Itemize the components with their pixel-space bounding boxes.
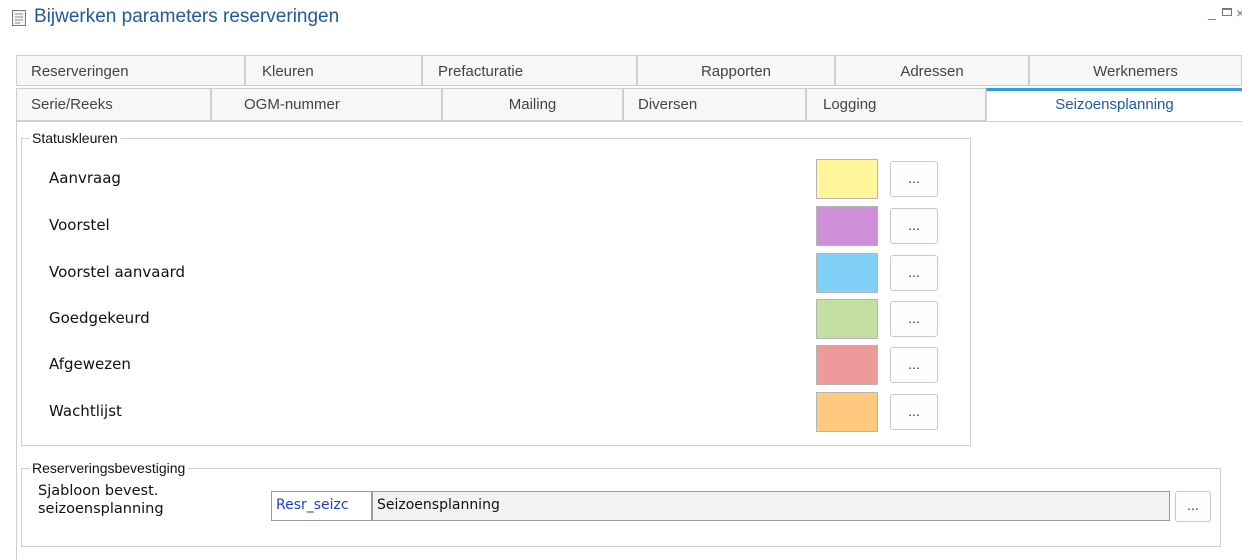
status-label: Wachtlijst bbox=[49, 402, 122, 420]
tab-row-top: Reserveringen Kleuren Prefacturatie Rapp… bbox=[16, 55, 1242, 86]
color-swatch bbox=[816, 345, 878, 385]
tab-mailing[interactable]: Mailing bbox=[442, 88, 623, 121]
pick-color-button[interactable]: ... bbox=[890, 394, 938, 430]
status-row-voorstel: Voorstel ... bbox=[22, 206, 970, 246]
status-row-afgewezen: Afgewezen ... bbox=[22, 345, 970, 385]
color-swatch bbox=[816, 206, 878, 246]
pick-color-button[interactable]: ... bbox=[890, 161, 938, 197]
sjabloon-label: Sjabloon bevest. seizoensplanning bbox=[38, 482, 268, 518]
statuskleuren-legend: Statuskleuren bbox=[30, 130, 121, 146]
pick-color-button[interactable]: ... bbox=[890, 208, 938, 244]
status-row-voorstel-aanvaard: Voorstel aanvaard ... bbox=[22, 253, 970, 293]
tab-prefacturatie[interactable]: Prefacturatie bbox=[422, 55, 637, 85]
tab-kleuren[interactable]: Kleuren bbox=[245, 55, 422, 85]
tab-seizoensplanning[interactable]: Seizoensplanning bbox=[986, 88, 1242, 121]
status-label: Voorstel bbox=[49, 216, 110, 234]
tab-serie-reeks[interactable]: Serie/Reeks bbox=[16, 88, 211, 121]
tab-logging[interactable]: Logging bbox=[806, 88, 986, 121]
pick-color-button[interactable]: ... bbox=[890, 255, 938, 291]
pick-color-button[interactable]: ... bbox=[890, 347, 938, 383]
close-button[interactable]: × bbox=[1236, 5, 1242, 21]
status-row-wachtlijst: Wachtlijst ... bbox=[22, 392, 970, 432]
pick-color-button[interactable]: ... bbox=[890, 301, 938, 337]
tab-ogm-nummer[interactable]: OGM-nummer bbox=[211, 88, 442, 121]
tab-rapporten[interactable]: Rapporten bbox=[637, 55, 835, 85]
template-code-field[interactable]: Resr_seizc bbox=[271, 491, 372, 521]
tab-content-panel: Statuskleuren Aanvraag ... Voorstel ... … bbox=[16, 121, 1242, 560]
status-row-goedgekeurd: Goedgekeurd ... bbox=[22, 299, 970, 339]
tab-werknemers[interactable]: Werknemers bbox=[1029, 55, 1242, 85]
title-bar: Bijwerken parameters reserveringen _ × bbox=[0, 0, 1242, 36]
status-row-aanvraag: Aanvraag ... bbox=[22, 159, 970, 199]
window-title: Bijwerken parameters reserveringen bbox=[34, 6, 340, 27]
tab-reserveringen[interactable]: Reserveringen bbox=[16, 55, 245, 85]
status-label: Aanvraag bbox=[49, 169, 121, 187]
minimize-button[interactable]: _ bbox=[1208, 4, 1216, 20]
sjabloon-label-line2: seizoensplanning bbox=[38, 501, 164, 517]
reserveringsbevestiging-group: Reserveringsbevestiging Sjabloon bevest.… bbox=[21, 460, 1221, 547]
reserveringsbevestiging-legend: Reserveringsbevestiging bbox=[30, 460, 189, 476]
status-label: Afgewezen bbox=[49, 355, 131, 373]
maximize-button[interactable] bbox=[1222, 8, 1232, 16]
tab-diversen[interactable]: Diversen bbox=[623, 88, 806, 121]
color-swatch bbox=[816, 253, 878, 293]
statuskleuren-group: Statuskleuren Aanvraag ... Voorstel ... … bbox=[21, 130, 971, 446]
color-swatch bbox=[816, 299, 878, 339]
form-icon bbox=[12, 10, 26, 26]
color-swatch bbox=[816, 392, 878, 432]
tab-adressen[interactable]: Adressen bbox=[835, 55, 1029, 85]
sjabloon-label-line1: Sjabloon bevest. bbox=[38, 483, 159, 499]
color-swatch bbox=[816, 159, 878, 199]
status-label: Goedgekeurd bbox=[49, 309, 150, 327]
template-name-field[interactable]: Seizoensplanning bbox=[372, 491, 1170, 521]
tab-row-bottom: Serie/Reeks OGM-nummer Mailing Diversen … bbox=[16, 88, 1242, 121]
template-lookup-button[interactable]: ... bbox=[1175, 491, 1211, 522]
status-label: Voorstel aanvaard bbox=[49, 263, 186, 281]
